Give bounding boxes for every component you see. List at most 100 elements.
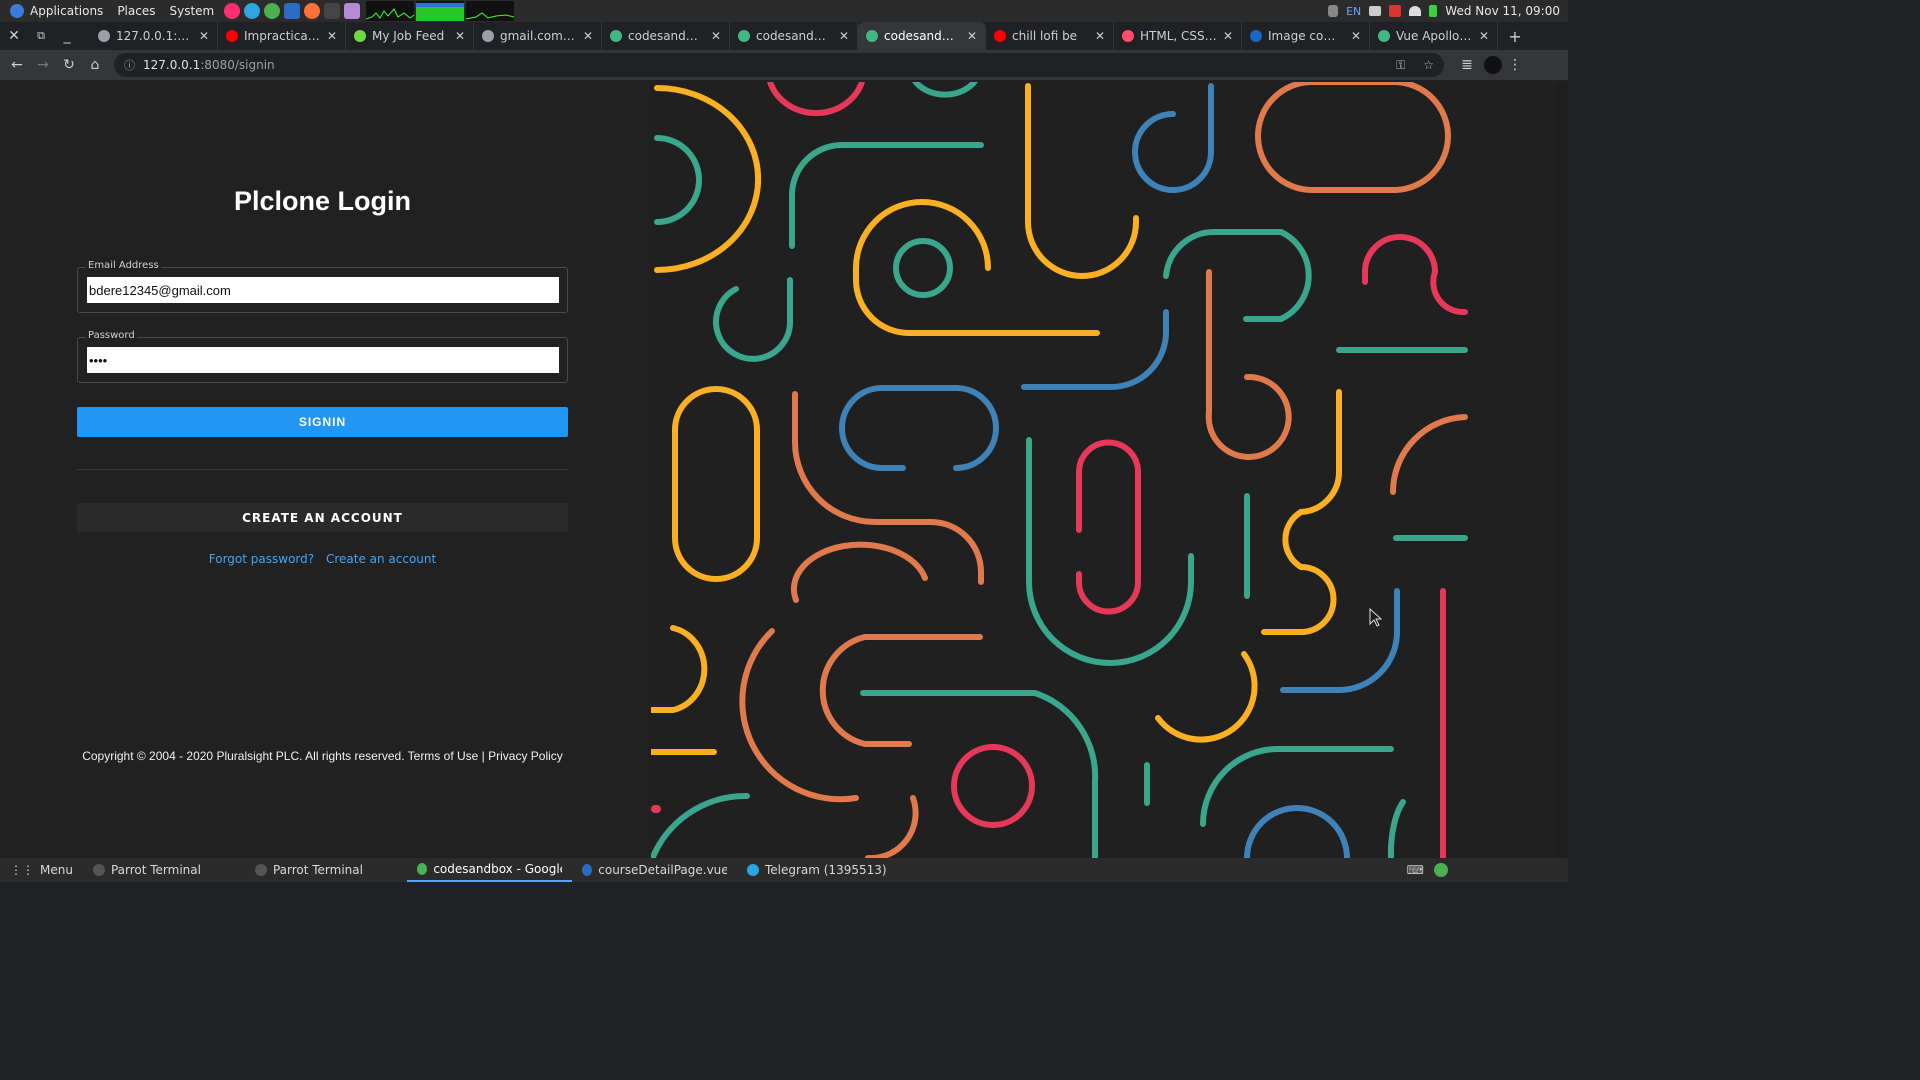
browser-tab[interactable]: codesandbox ✕ (858, 22, 986, 50)
create-account-button[interactable]: CREATE AN ACCOUNT (77, 503, 568, 532)
forward-button[interactable]: → (30, 57, 56, 73)
places-menu[interactable]: Places (117, 4, 155, 18)
vue-icon (610, 30, 622, 42)
tab-title: Vue Apollo M (1396, 29, 1473, 43)
tab-close-icon[interactable]: ✕ (1223, 29, 1233, 43)
tab-title: codesandbox (756, 29, 833, 43)
screenshot-icon[interactable] (1389, 5, 1402, 17)
signin-button[interactable]: SIGNIN (77, 407, 568, 437)
wifi-icon[interactable] (1409, 6, 1422, 16)
taskbar-window-label: codesandbox - Google ... (433, 862, 562, 876)
chrome-launcher-icon[interactable] (264, 3, 281, 19)
taskbar-menu-button[interactable]: ⋮⋮ Menu (0, 858, 83, 882)
page-content: Plclone Login Email Address Password SIG… (0, 82, 1568, 858)
pattern-arc (1389, 414, 1468, 495)
restore-window-icon[interactable]: ⧉ (28, 29, 54, 43)
tab-title: Impractical Jo (244, 29, 321, 43)
terminal-icon (92, 864, 105, 876)
browser-tab[interactable]: codesandbox ✕ (730, 22, 858, 50)
password-input[interactable] (87, 347, 559, 373)
bluetooth-icon[interactable] (1328, 5, 1339, 17)
tab-close-icon[interactable]: ✕ (967, 29, 977, 43)
tab-title: codesandbox (628, 29, 705, 43)
address-bar[interactable]: ⓘ 127.0.0.1:8080/signin ⚿ ☆ (114, 53, 1444, 77)
battery-lock-icon[interactable] (1429, 5, 1438, 17)
browser-tab[interactable]: chill lofi be ✕ (986, 22, 1114, 50)
pattern-arc (1200, 745, 1394, 827)
forgot-password-link[interactable]: Forgot password? (209, 552, 314, 566)
tab-close-icon[interactable]: ✕ (839, 29, 849, 43)
chrome-tray-icon[interactable] (1434, 863, 1448, 877)
pattern-pill-open (1076, 439, 1141, 615)
browser-tab[interactable]: gmail.com - G ✕ (474, 22, 602, 50)
parrot-logo-icon[interactable] (10, 4, 24, 18)
pattern-arc (790, 541, 928, 603)
taskbar-window-item[interactable]: courseDetailPage.vue -... (572, 858, 737, 882)
taskbar-window-item[interactable]: codesandbox - Google ... (406, 858, 572, 882)
taskbar-window-label: Parrot Terminal (110, 863, 201, 877)
language-indicator[interactable]: EN (1346, 5, 1361, 18)
profile-avatar[interactable] (1484, 56, 1502, 74)
create-account-link[interactable]: Create an account (326, 552, 436, 566)
pattern-arc (767, 82, 865, 116)
key-icon[interactable]: ⚿ (1396, 58, 1405, 73)
url-host: 127.0.0.1 (143, 58, 201, 72)
pattern-loop (839, 385, 999, 471)
pattern-arc (1387, 799, 1406, 858)
tab-close-icon[interactable]: ✕ (1351, 29, 1361, 43)
taskbar-window-item[interactable]: Parrot Terminal (83, 858, 245, 882)
terminal-icon (254, 864, 267, 876)
tab-close-icon[interactable]: ✕ (583, 29, 593, 43)
info-icon[interactable]: ⓘ (124, 57, 135, 73)
vscode-launcher-icon[interactable] (284, 3, 301, 19)
browser-tab[interactable]: codesandbox ✕ (602, 22, 730, 50)
browser-tab[interactable]: 127.0.0.1:800 ✕ (90, 22, 218, 50)
pattern-arc (1280, 588, 1400, 693)
new-tab-button[interactable]: + (1502, 27, 1528, 46)
address-url[interactable]: 127.0.0.1:8080/signin (143, 58, 275, 72)
tab-close-icon[interactable]: ✕ (455, 29, 465, 43)
pattern-circle (951, 744, 1035, 828)
reload-button[interactable]: ↻ (56, 57, 82, 73)
url-path: :8080/signin (200, 58, 275, 72)
media-control-icon[interactable]: ≣ (1454, 57, 1480, 73)
flickr-icon[interactable] (224, 3, 241, 19)
close-window-icon[interactable]: ✕ (0, 28, 28, 44)
browser-tab[interactable]: My Job Feed ✕ (346, 22, 474, 50)
minimize-window-icon[interactable]: _ (54, 28, 80, 44)
keyboard-layout-icon[interactable]: ⌨ (1407, 863, 1424, 877)
pattern-loop (1163, 228, 1312, 322)
taskbar-window-item[interactable]: Telegram (1395513) (737, 858, 902, 882)
tab-close-icon[interactable]: ✕ (1095, 29, 1105, 43)
taskbar-menu-label: Menu (40, 863, 73, 877)
system-menu[interactable]: System (169, 4, 214, 18)
volume-icon[interactable] (1369, 6, 1382, 16)
applications-menu[interactable]: Applications (30, 4, 103, 18)
browser-tab[interactable]: Vue Apollo M ✕ (1370, 22, 1498, 50)
vue-icon (1378, 30, 1390, 42)
tab-title: Image compo (1268, 29, 1345, 43)
telegram-launcher-icon[interactable] (244, 3, 261, 19)
notes-launcher-icon[interactable] (344, 3, 361, 19)
globe-icon (482, 30, 494, 42)
tab-close-icon[interactable]: ✕ (327, 29, 337, 43)
clock[interactable]: Wed Nov 11, 09:00 (1445, 4, 1560, 18)
home-button[interactable]: ⌂ (82, 57, 108, 73)
terminal-launcher-icon[interactable] (324, 3, 341, 19)
firefox-launcher-icon[interactable] (304, 3, 321, 19)
tab-close-icon[interactable]: ✕ (711, 29, 721, 43)
menu-kebab-icon[interactable]: ⋮ (1502, 57, 1528, 73)
browser-tab[interactable]: HTML, CSS, a ✕ (1114, 22, 1242, 50)
system-monitor-graph (366, 1, 515, 21)
browser-tab[interactable]: Impractical Jo ✕ (218, 22, 346, 50)
taskbar-window-item[interactable]: Parrot Terminal (245, 858, 407, 882)
browser-tab[interactable]: Image compo ✕ (1242, 22, 1370, 50)
tab-close-icon[interactable]: ✕ (1479, 29, 1489, 43)
page-scrollbar[interactable] (1556, 82, 1568, 858)
bookmark-star-icon[interactable]: ☆ (1423, 58, 1434, 72)
tab-title: codesandbox (884, 29, 961, 43)
pattern-arc (713, 277, 794, 362)
back-button[interactable]: ← (4, 57, 30, 73)
tab-close-icon[interactable]: ✕ (199, 29, 209, 43)
email-input[interactable] (87, 277, 559, 303)
